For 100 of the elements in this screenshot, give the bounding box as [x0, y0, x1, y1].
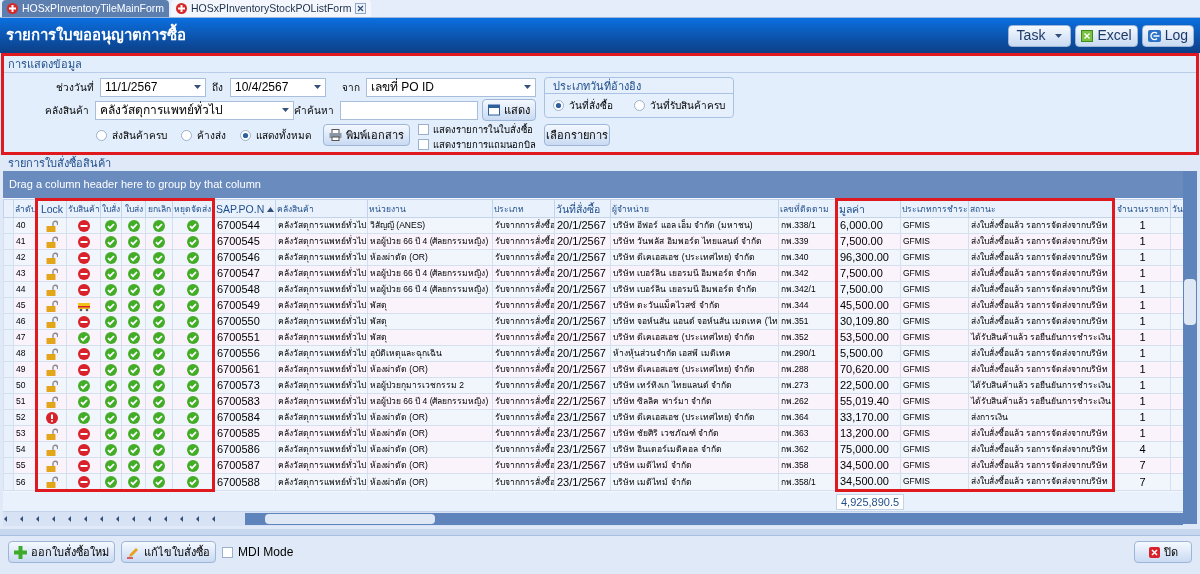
vertical-scrollbar[interactable]	[1183, 171, 1197, 524]
dropdown-caret-icon	[1055, 33, 1063, 38]
excel-button[interactable]: Excel	[1075, 24, 1138, 47]
tab[interactable]: HOSxPInventoryStockPOListForm	[171, 0, 372, 17]
table-cell-text: GFMIS	[902, 363, 931, 376]
table-cell-text: รับจากการสั่งซื้อ	[494, 282, 554, 296]
column-header[interactable]: จำนวนรายกา	[1113, 199, 1171, 218]
table-cell-text: กพ.342	[780, 267, 810, 280]
close-icon[interactable]	[355, 3, 367, 14]
table-cell-text: GFMIS	[902, 315, 931, 328]
table-cell-text: รับจากการสั่งซื้อ	[494, 378, 554, 392]
exit-icon	[1147, 29, 1161, 42]
table-cell-text: บริษัท ดีเคเอสเอช (ประเทศไทย) จำกัด	[612, 411, 756, 424]
table-cell-text: 4	[1138, 442, 1147, 457]
table-cell-text: คลังวัสดุการแพทย์ทั่วไป	[277, 362, 367, 377]
table-cell-text: 6700548	[216, 282, 261, 297]
table-cell-text: ส่งใบสั่งซื้อแล้ว รอการจัดส่งจากบริษัท	[970, 458, 1110, 472]
table-cell-text: 1	[1138, 250, 1147, 265]
table-cell-text: หอผู้ป่วย 66 ปี 4 (ศัลยกรรมหญิง)	[369, 395, 490, 409]
source-dropdown[interactable]: เลขที่ PO ID	[366, 77, 536, 97]
table-cell-text: คลังวัสดุการแพทย์ทั่วไป	[277, 330, 367, 345]
app-logo-icon	[7, 3, 18, 14]
column-header[interactable]: ประเภท	[492, 199, 555, 218]
column-header[interactable]: ลำดับ	[13, 199, 37, 218]
table-cell-text: ได้รับสินค้าแล้ว รอยืนยันการชำระเงิน	[969, 395, 1111, 408]
table-cell-text: 6700549	[216, 298, 261, 313]
radio-button[interactable]	[240, 130, 251, 141]
checkbox[interactable]	[222, 546, 233, 558]
field-label: ถึง	[211, 80, 224, 95]
new-order-button[interactable]: ออกใบสั่งซื้อใหม่	[8, 541, 115, 563]
print-button[interactable]: พิมพ์เอกสาร	[323, 124, 410, 146]
radio-button[interactable]	[634, 100, 645, 111]
table-cell-text: 23/1/2567	[556, 410, 607, 425]
table-cell-text: GFMIS	[902, 427, 931, 440]
column-header[interactable]: ผู้จำหน่าย	[610, 199, 779, 218]
scroll-thumb[interactable]	[265, 514, 435, 524]
table-cell-text: 1	[1138, 282, 1147, 297]
table-cell-text: 51	[15, 395, 27, 408]
table-cell-text: 34,500.00	[839, 474, 890, 488]
task-menu-button[interactable]: Task	[1007, 24, 1072, 47]
table-cell-text: 20/1/2567	[556, 234, 607, 249]
radio-label: แสดงทั้งหมด	[256, 128, 311, 143]
table-cell-text: คลังวัสดุการแพทย์ทั่วไป	[277, 458, 367, 473]
table-cell-text: 1	[1138, 298, 1147, 313]
table-cell-text: กพ.358/1	[780, 475, 817, 489]
table-cell-text: 22,500.00	[839, 378, 890, 393]
warehouse-dropdown[interactable]: คลังวัสดุการแพทย์ทั่วไป	[95, 100, 294, 120]
table-cell-text: GFMIS	[902, 443, 931, 456]
search-field[interactable]	[340, 100, 478, 120]
date-picker[interactable]: 11/1/2567	[100, 77, 206, 97]
table-cell-text: 1	[1138, 410, 1147, 425]
table-cell-text: GFMIS	[902, 459, 931, 472]
table-cell-text: 47	[15, 331, 27, 344]
table-cell-text: 6700588	[216, 474, 261, 490]
radio-button[interactable]	[181, 130, 192, 141]
column-header[interactable]: หน่วยงาน	[367, 199, 493, 218]
table-cell-text: 44	[15, 283, 27, 296]
radio-button[interactable]	[553, 100, 564, 111]
table-cell-text: บริษัท เมดิไทม์ จำกัด	[612, 475, 693, 489]
table-cell-text: 1	[1138, 378, 1147, 393]
table-cell-text: กพ.262	[780, 395, 810, 408]
table-cell-text: 23/1/2567	[556, 458, 607, 473]
table-cell-text: 55	[15, 459, 27, 472]
column-header[interactable]: SAP.PO.N	[213, 199, 276, 218]
column-header[interactable]: วันที่สั่งซื้อ	[554, 199, 611, 218]
edit-order-button[interactable]: แก้ไขใบสั่งซื้อ	[121, 541, 216, 563]
radio-button[interactable]	[96, 130, 107, 141]
table-cell-text: ส่งใบสั่งซื้อแล้ว รอการจัดส่งจากบริษัท	[970, 474, 1110, 488]
horizontal-scrollbar[interactable]	[245, 513, 1183, 525]
table-cell-text: รับจากการสั่งซื้อ	[494, 475, 554, 489]
table-cell-text: 5,500.00	[839, 346, 884, 361]
checkbox[interactable]	[418, 124, 429, 135]
checkbox[interactable]	[418, 139, 429, 150]
table-cell-text: 1	[1138, 218, 1147, 233]
table-cell-text: รับจากการสั่งซื้อ	[494, 250, 554, 264]
table-cell-text: กพ.290/1	[780, 347, 817, 360]
table-cell-text: ส่งใบสั่งซื้อแล้ว รอการจัดส่งจากบริษัท	[970, 346, 1110, 360]
table-cell-text: รับจากการสั่งซื้อ	[494, 234, 554, 248]
close-icon	[1148, 546, 1160, 558]
log-button[interactable]: Log	[1141, 24, 1194, 47]
column-header[interactable]: เลขที่ติดตาม	[778, 199, 837, 218]
table-cell-text: 6700545	[216, 234, 261, 249]
show-button[interactable]: แสดง	[482, 99, 536, 121]
table-cell-text: รับจากการสั่งซื้อ	[494, 410, 554, 424]
table-cell-text: รับจากการสั่งซื้อ	[494, 330, 554, 344]
dropdown-caret-icon	[282, 108, 289, 112]
table-cell-text: ได้รับสินค้าแล้ว รอยืนยันการชำระเงิน	[969, 331, 1111, 344]
column-header[interactable]: คลังสินค้า	[275, 199, 368, 218]
table-cell-text: 1	[1138, 266, 1147, 281]
table-cell-text: 96,300.00	[839, 250, 890, 265]
table-cell-text: 1	[1138, 234, 1147, 249]
close-button[interactable]: ปิด	[1134, 541, 1192, 563]
date-picker[interactable]: 10/4/2567	[230, 77, 326, 97]
checkbox-label: แสดงรายการแถมนอกบิล	[433, 138, 536, 151]
select-items-button[interactable]: เลือกรายการ	[544, 124, 610, 146]
scroll-thumb[interactable]	[1184, 279, 1196, 325]
tab[interactable]: HOSxPInventoryTileMainForm	[2, 0, 169, 17]
table-cell-text: 6700586	[216, 442, 261, 457]
table-cell-text: กพ.364	[780, 411, 810, 424]
table-cell-text: 56	[15, 475, 27, 489]
